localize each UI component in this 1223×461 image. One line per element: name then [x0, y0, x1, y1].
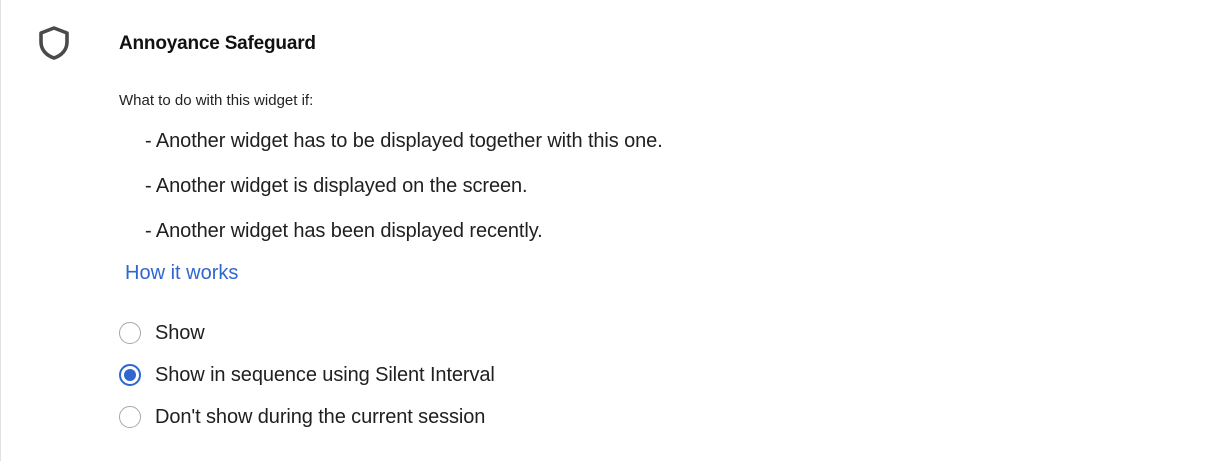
radio-button[interactable]: [119, 406, 141, 428]
condition-item: - Another widget is displayed on the scr…: [145, 175, 528, 197]
annoyance-safeguard-panel: Annoyance Safeguard What to do with this…: [0, 0, 1223, 461]
section-intro: What to do with this widget if:: [119, 92, 314, 109]
option-label: Show in sequence using Silent Interval: [155, 363, 495, 386]
condition-item: - Another widget has been displayed rece…: [145, 220, 543, 242]
option-label: Don't show during the current session: [155, 405, 486, 428]
option-dont-show[interactable]: Don't show during the current session: [119, 396, 495, 438]
option-show-in-sequence[interactable]: Show in sequence using Silent Interval: [119, 354, 495, 396]
conditions-list: - Another widget has to be displayed tog…: [145, 128, 663, 263]
radio-button[interactable]: [119, 364, 141, 386]
option-label: Show: [155, 321, 205, 344]
radio-button[interactable]: [119, 322, 141, 344]
shield-icon: [39, 26, 69, 60]
option-show[interactable]: Show: [119, 312, 495, 354]
section-title: Annoyance Safeguard: [119, 33, 316, 54]
how-it-works-link[interactable]: How it works: [125, 262, 238, 285]
condition-item: - Another widget has to be displayed tog…: [145, 130, 663, 152]
display-options-radio-group: Show Show in sequence using Silent Inter…: [119, 318, 495, 438]
